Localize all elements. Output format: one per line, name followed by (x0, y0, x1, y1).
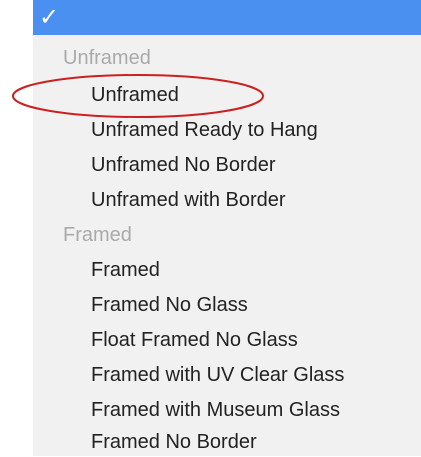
group-label-unframed: Unframed (63, 47, 151, 69)
option-float-framed-no-glass[interactable]: Float Framed No Glass (33, 326, 421, 355)
option-unframed-no-border[interactable]: Unframed No Border (33, 151, 421, 180)
option-unframed-with-border[interactable]: Unframed with Border (33, 186, 421, 215)
option-framed-with-museum-glass[interactable]: Framed with Museum Glass (33, 396, 421, 425)
option-framed[interactable]: Framed (33, 256, 421, 285)
checkmark-icon: ✓ (39, 3, 60, 31)
option-unframed-ready-to-hang[interactable]: Unframed Ready to Hang (33, 116, 421, 145)
option-framed-no-glass[interactable]: Framed No Glass (33, 291, 421, 320)
option-framed-with-uv-clear-glass[interactable]: Framed with UV Clear Glass (33, 361, 421, 390)
selected-option-highlight[interactable]: ✓ (33, 0, 421, 35)
dropdown-menu: ✓ Unframed Unframed Unframed Ready to Ha… (33, 0, 421, 456)
group-label-framed: Framed (63, 224, 132, 246)
option-framed-no-border[interactable]: Framed No Border (33, 428, 421, 457)
option-unframed[interactable]: Unframed (33, 81, 421, 110)
